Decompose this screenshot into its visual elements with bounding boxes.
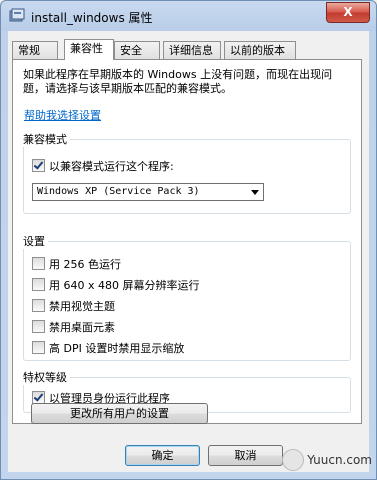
compat-mode-label: 以兼容模式运行这个程序:: [49, 159, 174, 173]
setting-256-colors[interactable]: 用 256 色运行: [32, 256, 121, 271]
setting-640x480[interactable]: 用 640 x 480 屏幕分辨率运行: [32, 277, 200, 292]
checkbox-checked-icon: [32, 159, 45, 172]
help-choose-settings-link[interactable]: 帮助我选择设置: [24, 107, 101, 123]
setting-disable-desktop-composition[interactable]: 禁用桌面元素: [32, 319, 115, 334]
change-all-users-button[interactable]: 更改所有用户的设置: [31, 403, 208, 424]
cancel-button[interactable]: 取消: [208, 445, 283, 466]
application-icon: [9, 8, 25, 22]
window-title: install_windows 属性: [31, 11, 153, 25]
privilege-title: 特权等级: [20, 369, 70, 385]
setting-label: 用 640 x 480 屏幕分辨率运行: [49, 278, 200, 292]
tab-general[interactable]: 常规: [12, 41, 58, 59]
setting-label: 用 256 色运行: [49, 257, 121, 271]
watermark: Yuucn.com: [282, 449, 372, 471]
tab-security[interactable]: 安全: [114, 41, 160, 59]
checkbox-unchecked-icon: [32, 341, 45, 354]
title-bar[interactable]: install_windows 属性 X: [1, 1, 376, 31]
compat-mode-checkbox[interactable]: 以兼容模式运行这个程序:: [32, 158, 174, 173]
os-version-value: Windows XP (Service Pack 3): [37, 186, 200, 197]
checkbox-unchecked-icon: [32, 299, 45, 312]
tab-details[interactable]: 详细信息: [163, 41, 221, 59]
dialog-body: 常规 兼容性 安全 详细信息 以前的版本 如果此程序在早期版本的 Windows…: [8, 31, 369, 472]
compatibility-tab-page: 如果此程序在早期版本的 Windows 上没有问题，而现在出现问题，请选择与该早…: [12, 59, 362, 424]
compat-mode-group: 兼容模式 以兼容模式运行这个程序: Windows XP (Service Pa…: [20, 131, 351, 214]
ok-button[interactable]: 确定: [125, 445, 200, 466]
setting-label: 高 DPI 设置时禁用显示缩放: [49, 341, 185, 355]
checkbox-unchecked-icon: [32, 257, 45, 270]
settings-title: 设置: [20, 233, 48, 249]
watermark-text: Yuucn.com: [307, 453, 372, 467]
setting-disable-dpi-scaling[interactable]: 高 DPI 设置时禁用显示缩放: [32, 340, 184, 355]
setting-disable-visual-themes[interactable]: 禁用视觉主题: [32, 298, 115, 313]
close-button[interactable]: X: [326, 2, 370, 23]
intro-text: 如果此程序在早期版本的 Windows 上没有问题，而现在出现问题，请选择与该早…: [23, 68, 333, 95]
checkbox-unchecked-icon: [32, 320, 45, 333]
settings-group: 设置 用 256 色运行 用 640 x 480 屏幕分辨率运行 禁用视觉主题 …: [20, 233, 351, 361]
setting-label: 禁用桌面元素: [49, 320, 115, 334]
os-version-select[interactable]: Windows XP (Service Pack 3): [32, 183, 264, 201]
properties-window: install_windows 属性 X 常规 兼容性 安全 详细信息 以前的版…: [0, 0, 377, 480]
dropdown-arrow-icon: [251, 190, 259, 195]
setting-label: 禁用视觉主题: [49, 299, 115, 313]
tab-previous-versions[interactable]: 以前的版本: [224, 41, 296, 59]
checkbox-unchecked-icon: [32, 278, 45, 291]
tab-compatibility[interactable]: 兼容性: [64, 39, 114, 60]
watermark-logo-icon: [282, 449, 305, 471]
compat-mode-title: 兼容模式: [20, 131, 70, 147]
